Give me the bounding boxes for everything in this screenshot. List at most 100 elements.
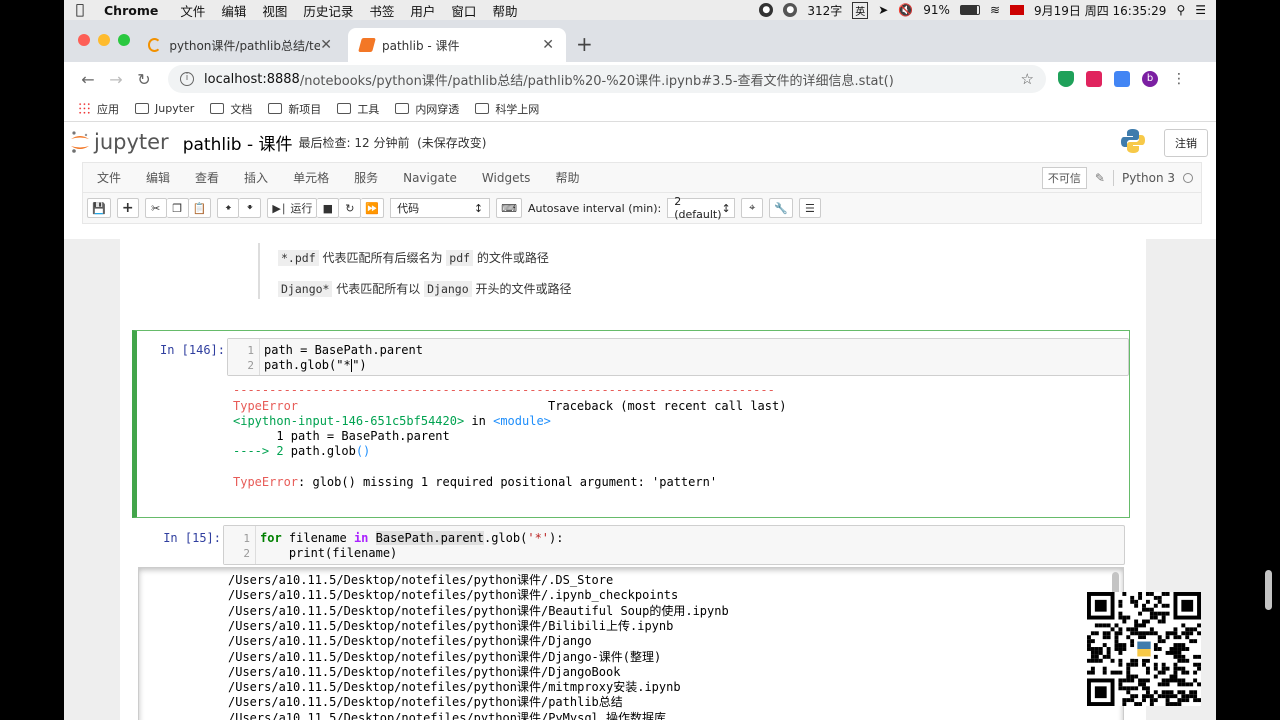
code-cell-15[interactable]: In [15]: 1 2 for filename in BasePath.pa… [132, 523, 1130, 571]
apple-icon[interactable]:  [64, 2, 96, 18]
code-editor[interactable]: 1 2 for filename in BasePath.parent.glob… [223, 525, 1125, 565]
menu-people[interactable]: 用户 [402, 1, 443, 20]
menu-bookmarks[interactable]: 书签 [361, 1, 402, 20]
jupyter-logo[interactable]: jupyter [70, 130, 169, 154]
bookmark-proxy[interactable]: 科学上网 [475, 101, 539, 117]
ime-indicator[interactable]: 英 [852, 1, 869, 19]
flag-icon[interactable] [1010, 5, 1024, 15]
wifi-icon[interactable]: ≋ [990, 3, 1000, 17]
profile-avatar[interactable]: b [1142, 71, 1158, 87]
menu-history[interactable]: 历史记录 [295, 1, 361, 20]
bookmark-star-icon[interactable]: ☆ [1021, 70, 1034, 88]
bookmark-apps[interactable]: 应用 [78, 101, 119, 117]
close-window-button[interactable] [78, 34, 90, 46]
code-editor[interactable]: 1 2 path = BasePath.parent path.glob("* "… [227, 338, 1129, 376]
inline-code: *.pdf [278, 250, 319, 266]
vpn-icon[interactable]: ● [759, 3, 774, 17]
jmenu-widgets[interactable]: Widgets [482, 171, 531, 185]
code-line: for filename in BasePath.parent.glob('*'… [260, 531, 564, 545]
notebook-title[interactable]: pathlib - 课件 [183, 130, 293, 155]
insert-cell-icon[interactable]: + [116, 198, 139, 218]
send-icon[interactable]: ➤ [878, 3, 888, 17]
kernel-name[interactable]: Python 3 [1122, 171, 1175, 185]
jmenu-navigate[interactable]: Navigate [403, 171, 457, 185]
battery-percent[interactable]: 91% [923, 3, 950, 17]
jmenu-view[interactable]: 查看 [195, 169, 219, 186]
autosave-select[interactable]: 2 (default) ↕ [667, 195, 736, 221]
bookmark-tunnel[interactable]: 内网穿透 [395, 101, 459, 117]
traceback-line: 1 path = BasePath.parent [233, 429, 450, 443]
paste-icon[interactable]: 📋 [188, 198, 212, 218]
menu-file[interactable]: 文件 [172, 1, 213, 20]
back-button[interactable]: ← [74, 70, 102, 89]
edit-pencil-icon[interactable]: ✎ [1095, 171, 1105, 185]
shield-extension-icon[interactable] [1058, 71, 1074, 87]
wechat-icon[interactable]: ● [783, 3, 798, 17]
keyboard-icon[interactable]: ⌨ [496, 198, 522, 218]
stop-icon[interactable]: ■ [317, 198, 340, 218]
tab-test[interactable]: python课件/pathlib总结/test/a ✕ [136, 28, 344, 62]
code-text: ") [352, 358, 367, 372]
close-tab-icon[interactable]: ✕ [320, 37, 332, 53]
save-icon[interactable]: 💾 [87, 198, 111, 218]
bookmark-docs[interactable]: 文档 [210, 101, 252, 117]
bookmark-new-project[interactable]: 新项目 [268, 101, 321, 117]
clock[interactable]: 9月19日 周四 16:35:29 [1034, 2, 1166, 19]
jmenu-edit[interactable]: 编辑 [146, 169, 170, 186]
minimize-window-button[interactable] [98, 34, 110, 46]
maximize-window-button[interactable] [118, 34, 130, 46]
app-menu-chrome[interactable]: Chrome [96, 3, 172, 18]
word-count[interactable]: 312字 [807, 2, 842, 19]
wrench-icon[interactable]: 🔧 [769, 198, 793, 218]
logout-button[interactable]: 注销 [1164, 129, 1208, 157]
line-number: 2 [243, 547, 250, 560]
cut-icon[interactable]: ✂ [144, 198, 167, 218]
run-label: 运行 [290, 202, 313, 215]
reload-button[interactable]: ↻ [130, 70, 158, 89]
battery-icon[interactable] [959, 5, 980, 15]
notification-center-icon[interactable]: ☰ [1195, 3, 1206, 17]
list-icon[interactable]: ☰ [798, 198, 821, 218]
menu-help[interactable]: 帮助 [484, 1, 525, 20]
video-extension-icon[interactable] [1086, 71, 1102, 87]
page-scrollbar[interactable] [1265, 570, 1272, 610]
menu-window[interactable]: 窗口 [443, 1, 484, 20]
translate-extension-icon[interactable] [1114, 71, 1130, 87]
jmenu-insert[interactable]: 插入 [244, 169, 268, 186]
new-tab-button[interactable]: + [576, 32, 593, 56]
tab-pathlib[interactable]: pathlib - 课件 ✕ [348, 28, 566, 62]
menu-edit[interactable]: 编辑 [213, 1, 254, 20]
jmenu-kernel[interactable]: 服务 [354, 169, 378, 186]
address-bar[interactable]: i localhost:8888/notebooks/python课件/path… [168, 65, 1046, 93]
crosshair-icon[interactable]: ⌖ [741, 198, 764, 218]
error-separator: ----------------------------------------… [233, 383, 775, 397]
markdown-line: Django* 代表匹配所有以 Django 开头的文件或路径 [278, 280, 571, 297]
jmenu-file[interactable]: 文件 [97, 169, 121, 186]
info-icon[interactable]: i [180, 72, 194, 86]
fast-forward-icon[interactable]: ⏩ [361, 198, 385, 218]
mute-icon[interactable]: 🔇 [898, 3, 913, 17]
bookmark-jupyter[interactable]: Jupyter [135, 102, 194, 115]
menu-view[interactable]: 视图 [254, 1, 295, 20]
restart-icon[interactable]: ↻ [339, 198, 362, 218]
inline-code: Django* [278, 281, 333, 297]
bookmark-tools[interactable]: 工具 [337, 101, 379, 117]
spotlight-search-icon[interactable]: ⚲ [1176, 3, 1185, 17]
cell-type-select[interactable]: 代码 ↕ [390, 198, 491, 218]
copy-icon[interactable]: ❐ [166, 198, 189, 218]
loading-icon [148, 38, 162, 52]
jupyter-menubar: 文件 编辑 查看 插入 单元格 服务 Navigate Widgets 帮助 不… [82, 162, 1202, 192]
trust-button[interactable]: 不可信 [1041, 167, 1087, 189]
output-scroll-area[interactable]: /Users/a10.11.5/Desktop/notefiles/python… [138, 567, 1124, 720]
forward-button[interactable]: → [102, 70, 130, 89]
jmenu-cell[interactable]: 单元格 [293, 169, 329, 186]
more-menu-icon[interactable]: ⋮ [1172, 71, 1186, 87]
move-down-icon[interactable]: 🠻 [239, 198, 262, 218]
code-cell-146[interactable]: In [146]: 1 2 path = BasePath.parent pat… [132, 330, 1130, 518]
jmenu-help[interactable]: 帮助 [555, 169, 579, 186]
string-literal: '*' [527, 531, 550, 545]
close-tab-icon[interactable]: ✕ [542, 37, 554, 53]
run-button[interactable]: ▶∣ 运行 [267, 198, 318, 218]
move-up-icon[interactable]: 🠹 [217, 198, 240, 218]
step-forward-icon: ▶∣ [272, 201, 287, 215]
